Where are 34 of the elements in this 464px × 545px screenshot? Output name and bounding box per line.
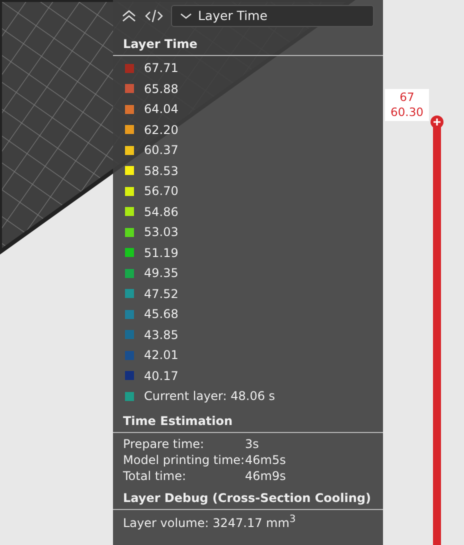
section-title: Layer Debug (Cross-Section Cooling) [122, 490, 372, 507]
debug-text: Layer volume: 3247.17 mm$^{3}$ [122, 512, 297, 532]
legend-label: 49.35 [144, 266, 178, 280]
legend-label: 51.19 [144, 246, 178, 260]
time-value: 46m9s [245, 468, 287, 482]
legend-label: 53.03 [144, 225, 178, 240]
legend-label: 47.52 [144, 286, 178, 301]
legend-label: 58.53 [144, 164, 178, 178]
slider-handle[interactable] [430, 115, 444, 129]
legend-label: 54.86 [144, 204, 178, 219]
legend-label: 60.37 [144, 143, 178, 158]
legend-label: 65.88 [144, 82, 178, 96]
legend-label: 62.20 [144, 122, 178, 137]
time-value: 46m5s [245, 452, 287, 466]
legend-label: 40.17 [144, 368, 178, 383]
legend-label: 43.85 [144, 328, 178, 342]
time-label: Total time: [123, 468, 187, 482]
section-title: Time Estimation [122, 412, 234, 430]
legend-label: 42.01 [144, 348, 178, 362]
legend-label: 64.04 [144, 102, 178, 116]
time-label: Prepare time: [123, 436, 206, 450]
legend-label: 45.68 [144, 307, 178, 322]
collapse-icon[interactable] [121, 8, 137, 22]
section-title: Layer Time [122, 36, 198, 53]
view-dropdown[interactable]: Layer Time [171, 4, 374, 26]
legend-label: Current layer: 48.06 s [144, 389, 276, 404]
code-icon[interactable] [145, 8, 163, 22]
layer-height: 60.30 [390, 105, 424, 120]
legend-label: 67.71 [144, 61, 178, 76]
legend-label: 56.70 [144, 184, 178, 198]
time-label: Model printing time: [123, 452, 245, 466]
caret-icon [180, 12, 192, 20]
layer-number: 67 [400, 90, 414, 105]
time-value: 3s [245, 436, 260, 450]
